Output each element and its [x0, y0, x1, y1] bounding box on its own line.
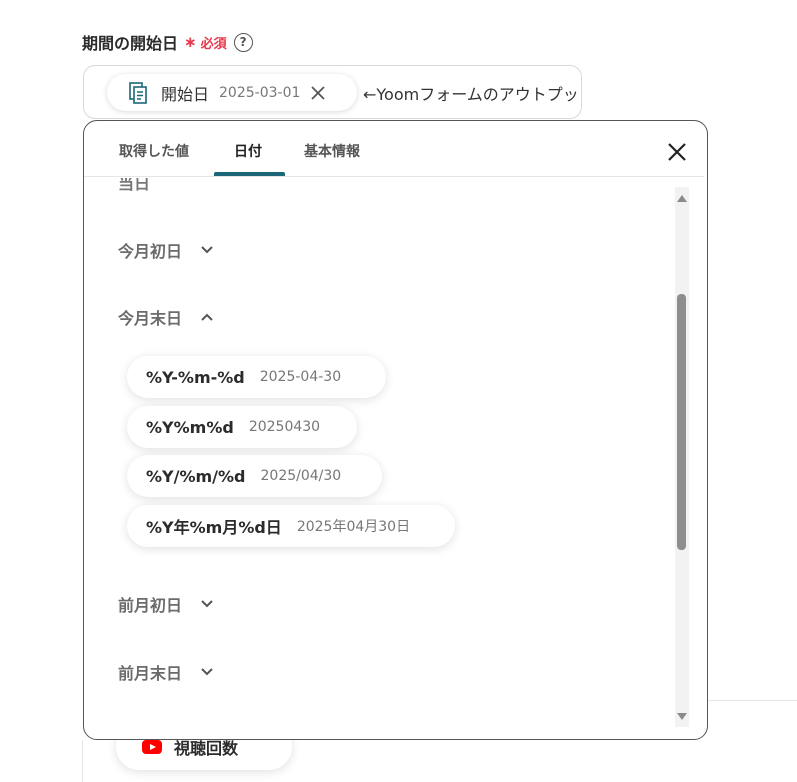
format-string: %Y%m%d [146, 417, 234, 437]
format-example: 2025/04/30 [260, 468, 342, 484]
input-text[interactable]: ←Yoomフォームのアウトプッ [363, 81, 579, 105]
chip-label: 開始日 [161, 84, 210, 104]
chevron-down-icon [201, 246, 213, 254]
section-prev-month-first[interactable]: 前月初日 [118, 592, 214, 616]
scroll-up-arrow-icon[interactable] [677, 195, 687, 202]
section-label: 前月初日 [118, 596, 183, 615]
active-tab-indicator [214, 172, 285, 176]
help-icon[interactable]: ? [233, 32, 253, 52]
date-format-option[interactable]: %Y%m%d 20250430 [127, 406, 357, 448]
date-option-list: 当日 今月初日 今月末日 %Y-%m-%d 2025-04-30 %Y%m%d … [84, 178, 684, 738]
close-icon[interactable] [666, 141, 688, 163]
date-format-option[interactable]: %Y/%m/%d 2025/04/30 [127, 455, 382, 497]
date-format-option[interactable]: %Y年%m月%d日 2025年04月30日 [127, 505, 455, 547]
section-first-of-month[interactable]: 今月初日 [118, 238, 214, 262]
section-label: 今月初日 [118, 242, 183, 261]
form-icon [129, 81, 147, 104]
section-label: 前月末日 [118, 664, 183, 683]
tab-date[interactable]: 日付 [234, 141, 262, 161]
format-string: %Y-%m-%d [146, 367, 245, 387]
field-label: 期間の開始日 ∗ 必須 ? [82, 30, 253, 54]
chevron-down-icon [201, 668, 213, 676]
field-title: 期間の開始日 [82, 34, 179, 53]
section-label: 今月末日 [118, 309, 183, 328]
format-example: 2025-04-30 [259, 369, 342, 385]
format-example: 20250430 [248, 419, 321, 435]
scrollbar-thumb[interactable] [677, 294, 686, 550]
value-chip[interactable]: 開始日 2025-03-01 [107, 74, 357, 111]
value-picker-panel: 取得した値 日付 基本情報 当日 今月初日 今月末日 %Y-%m-%d 2025… [83, 120, 708, 740]
divider [708, 700, 797, 701]
format-string: %Y/%m/%d [146, 466, 246, 486]
tab-bar: 取得した値 日付 基本情報 [84, 121, 704, 177]
required-star: ∗ [184, 33, 197, 51]
tab-basic-info[interactable]: 基本情報 [304, 141, 360, 161]
tab-acquired-values[interactable]: 取得した値 [119, 141, 189, 161]
format-string: %Y年%m月%d日 [146, 518, 282, 537]
chevron-up-icon [201, 313, 213, 321]
section-prev-month-end[interactable]: 前月末日 [118, 660, 214, 684]
chip-value: 2025-03-01 [219, 84, 301, 101]
chip-close-icon[interactable] [310, 85, 326, 101]
section-partial: 当日 [118, 178, 151, 193]
divider [82, 740, 83, 782]
scrollbar[interactable] [675, 187, 689, 727]
section-end-of-month[interactable]: 今月末日 [118, 305, 214, 329]
date-format-option[interactable]: %Y-%m-%d 2025-04-30 [127, 356, 386, 398]
start-date-input[interactable]: 開始日 2025-03-01 ←Yoomフォームのアウトプッ [83, 65, 582, 119]
youtube-icon [142, 740, 162, 754]
chevron-down-icon [201, 600, 213, 608]
scroll-down-arrow-icon[interactable] [677, 713, 687, 720]
format-example: 2025年04月30日 [296, 519, 411, 535]
required-text: 必須 [200, 36, 227, 52]
